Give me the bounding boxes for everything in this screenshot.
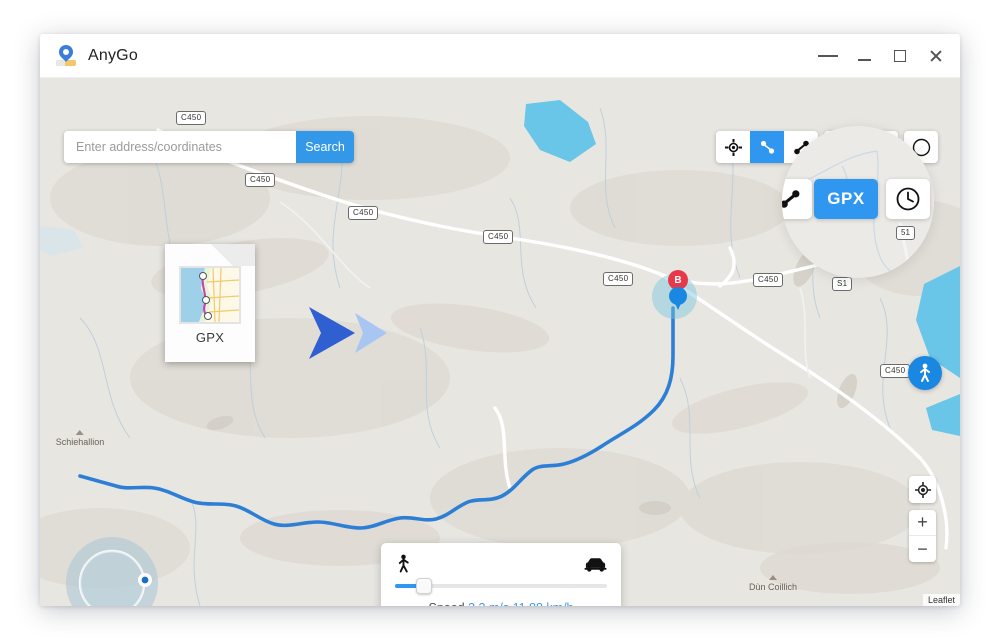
map-thumbnail-icon [181, 268, 239, 322]
speed-panel: Speed 3.3 m/s,11.88 km/h [381, 543, 621, 606]
road-shield: C450 [483, 230, 514, 244]
search-bar: Search [64, 131, 354, 163]
slider-handle[interactable] [416, 578, 433, 594]
road-shield: C450 [348, 206, 379, 220]
search-input[interactable] [64, 131, 296, 163]
gpx-map-thumbnail [179, 266, 241, 324]
two-spot-mode-button[interactable] [750, 131, 784, 163]
crosshair-icon [724, 138, 742, 156]
minimize-icon[interactable] [854, 46, 874, 66]
road-shield: C450 [880, 364, 911, 378]
maximize-icon[interactable] [890, 46, 910, 66]
magnified-road-shield: 51 [896, 226, 915, 240]
menu-hamburger-icon[interactable] [818, 46, 839, 66]
locate-button[interactable] [909, 476, 936, 503]
walk-mode-button[interactable] [908, 356, 942, 390]
speed-value: 3.3 m/s,11.88 km/h [468, 601, 573, 606]
joystick-icon [66, 537, 158, 606]
place-label-text: Schiehallion [55, 437, 105, 447]
peak-triangle-icon [769, 575, 777, 580]
joystick-control[interactable] [62, 533, 162, 606]
place-label-text: Dùn Coillich [748, 582, 798, 592]
screenshot-root: AnyGo C450 C450 C450 C450 C450 C450 S1 C… [0, 0, 1000, 640]
app-window: AnyGo C450 C450 C450 C450 C450 C450 S1 C… [40, 34, 960, 606]
place-label-dun-coillich: Dùn Coillich [749, 575, 797, 592]
place-label-schiehallion: Schiehallion [55, 430, 105, 447]
import-arrow-icon [307, 303, 389, 368]
map-attribution[interactable]: Leaflet [922, 594, 960, 606]
zoom-controls: + − [909, 510, 936, 562]
current-position-marker[interactable] [669, 287, 687, 310]
road-shield: S1 [832, 277, 853, 291]
search-button[interactable]: Search [296, 131, 354, 163]
speed-slider[interactable] [395, 578, 607, 594]
center-target-button[interactable] [716, 131, 750, 163]
walking-person-icon [920, 363, 930, 382]
zoom-magnifier-overlay: GPX 51 [782, 126, 934, 278]
road-shield: C450 [753, 273, 784, 287]
multi-spot-route-icon [782, 190, 800, 208]
road-shield: C450 [603, 272, 634, 286]
magnified-history-button[interactable] [886, 179, 930, 219]
clock-icon [896, 187, 920, 211]
map-pin-logo-icon [56, 41, 76, 67]
app-title: AnyGo [88, 46, 138, 64]
marker-tip [674, 301, 682, 310]
speed-icons-row [395, 553, 607, 573]
map-controls: + − [909, 476, 936, 562]
gpx-file-label: GPX [195, 330, 225, 345]
zoom-in-button[interactable]: + [909, 510, 936, 536]
page-fold-corner [211, 244, 255, 266]
two-spot-icon [760, 140, 774, 154]
walking-person-icon [398, 554, 409, 573]
speed-readout: Speed 3.3 m/s,11.88 km/h [395, 601, 607, 606]
peak-triangle-icon [75, 430, 84, 435]
speed-label: Speed [428, 601, 464, 606]
magnified-gpx-button[interactable]: GPX [814, 179, 878, 219]
zoom-out-button[interactable]: − [909, 536, 936, 562]
magnified-route-button[interactable] [782, 179, 812, 219]
road-shield: C450 [245, 173, 276, 187]
locate-target-icon [914, 481, 931, 498]
map-canvas[interactable]: C450 C450 C450 C450 C450 C450 S1 C450 Sc… [40, 78, 960, 606]
road-shield: C450 [176, 111, 207, 125]
close-icon[interactable] [926, 46, 946, 66]
title-bar: AnyGo [40, 34, 960, 78]
window-controls [818, 34, 946, 78]
car-icon [584, 558, 607, 572]
gpx-file-card[interactable]: GPX [165, 244, 255, 362]
